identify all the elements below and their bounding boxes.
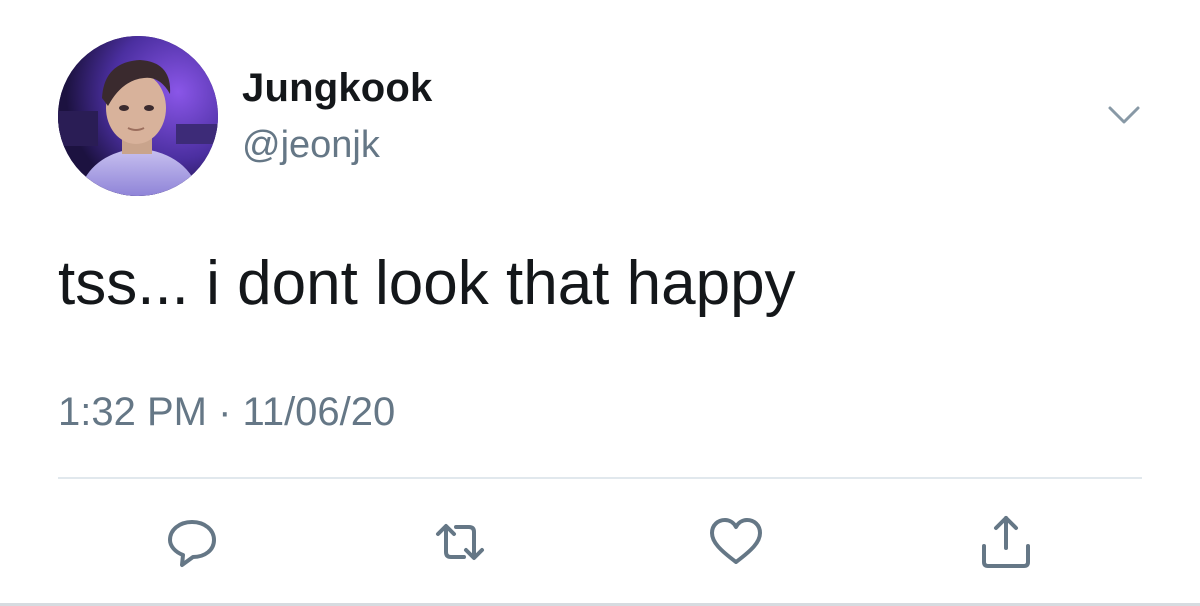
share-icon	[982, 516, 1030, 568]
divider	[58, 477, 1142, 479]
retweet-icon	[436, 524, 484, 560]
share-button[interactable]	[976, 512, 1036, 572]
display-name[interactable]: Jungkook	[242, 66, 433, 111]
tweet-text: tss... i dont look that happy	[58, 249, 796, 318]
tweet-date: 11/06/20	[242, 390, 396, 434]
timestamp-separator: ·	[218, 390, 232, 434]
chevron-down-icon[interactable]	[1104, 100, 1144, 130]
retweet-button[interactable]	[430, 512, 490, 572]
avatar-image	[58, 36, 218, 196]
like-icon	[710, 518, 762, 564]
tweet-time: 1:32 PM	[58, 390, 207, 434]
reply-button[interactable]	[162, 512, 222, 572]
user-handle[interactable]: @jeonjk	[242, 124, 380, 167]
like-button[interactable]	[706, 512, 766, 572]
timestamp[interactable]: 1:32 PM · 11/06/20	[58, 390, 395, 435]
tweet-card: Jungkook @jeonjk tss... i dont look that…	[0, 0, 1200, 606]
reply-icon	[168, 520, 216, 567]
avatar[interactable]	[58, 36, 218, 196]
